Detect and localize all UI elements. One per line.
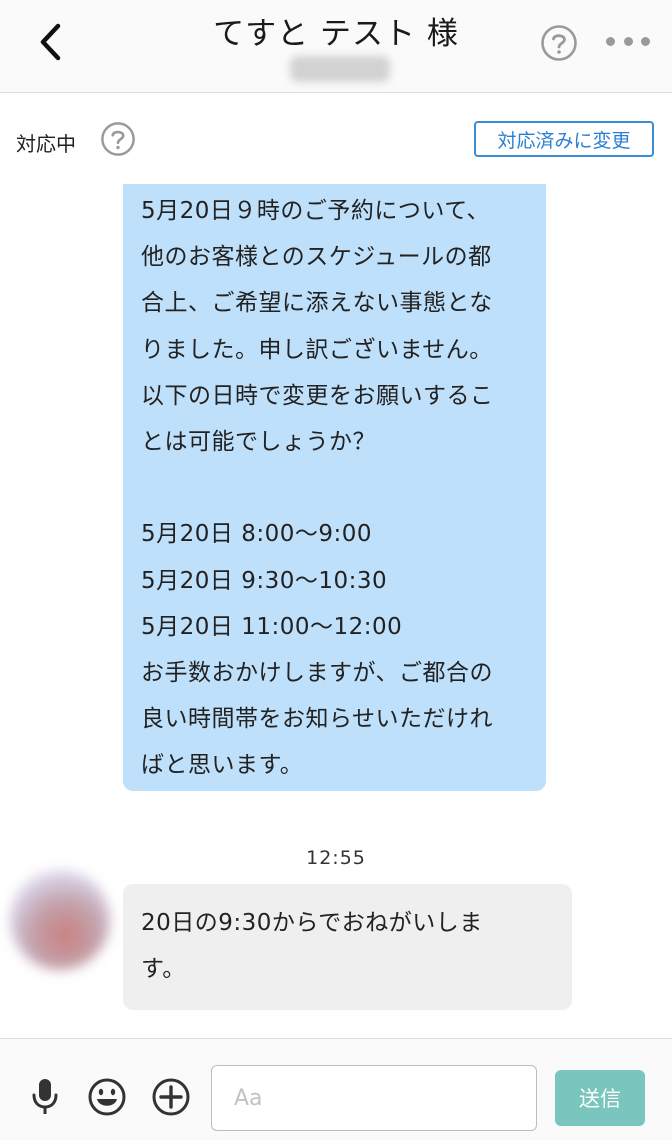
message-line: ばと思います。 [141,752,304,779]
message-line: 合上、ご希望に添えない事態とな [141,290,493,317]
question-circle-icon [541,25,577,61]
incoming-message-bubble: 20日の9:30からでおねがいしま す。 [123,884,572,1010]
help-button[interactable] [540,24,578,62]
emoji-button[interactable] [87,1077,127,1117]
message-line: りました。申し訳ございません。 [141,336,493,363]
message-line: 5月20日 11:00〜12:00 [141,613,403,640]
message-line [141,465,528,511]
message-line: 5月20日９時のご予約について、 [141,198,491,224]
mark-resolved-button[interactable]: 対応済みに変更 [474,121,654,157]
more-options-button[interactable] [606,26,650,56]
message-line: とは可能でしょうか？ [141,428,376,455]
message-line: 5月20日 9:30〜10:30 [141,567,388,594]
message-line: 以下の日時で変更をお願いするこ [141,382,494,409]
more-dot [606,36,615,46]
message-line: お手数おかけしますが、ご都合の [141,659,494,686]
message-line: 良い時間帯をお知らせいただけれ [141,706,494,733]
voice-input-button[interactable] [25,1077,65,1117]
attach-button[interactable] [151,1077,191,1117]
status-label: 対応中 [16,132,76,156]
send-button[interactable]: 送信 [555,1070,645,1126]
question-circle-icon [101,122,135,156]
microphone-icon [32,1079,58,1114]
message-line: 20日の9:30からでおねがいしま [141,910,483,936]
outgoing-message-bubble: 5月20日９時のご予約について、 他のお客様とのスケジュールの都 合上、ご希望に… [123,184,546,791]
status-help-button[interactable] [100,121,136,157]
message-line: 他のお客様とのスケジュールの都 [141,244,492,271]
chat-header: てすと テスト 様 [0,0,672,93]
smiley-icon [88,1078,126,1116]
message-line: す。 [141,956,186,982]
message-input[interactable] [211,1065,537,1131]
avatar[interactable] [10,870,110,970]
blurred-subtitle [290,56,390,82]
plus-circle-icon [152,1078,190,1116]
more-dot [641,36,650,46]
message-timestamp: 12:55 [306,847,366,869]
message-line: 5月20日 8:00〜9:00 [141,521,373,548]
more-dot [623,36,633,46]
